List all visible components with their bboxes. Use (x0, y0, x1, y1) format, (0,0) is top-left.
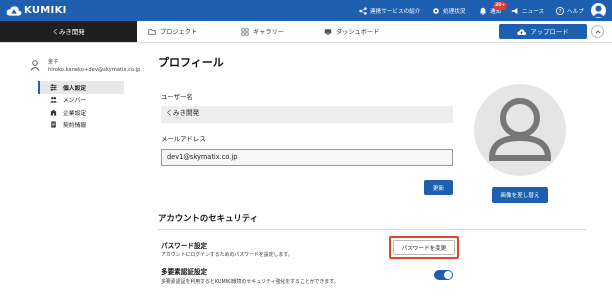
nav-gallery-label: ギャラリー (253, 29, 284, 36)
help-label: ヘルプ (567, 8, 584, 15)
sidebar-user-name: 金子 (48, 59, 59, 65)
news-label: ニュース (522, 8, 545, 15)
change-image-button[interactable]: 画像を差し替え (492, 187, 548, 203)
building-icon (50, 109, 57, 116)
username-field[interactable]: くみき開発 (161, 106, 453, 123)
sidebar-item-company-settings[interactable]: 企業設定 (38, 106, 124, 119)
organization-tab[interactable]: くみき開発 (0, 21, 137, 42)
nav-project[interactable]: プロジェクト (148, 21, 197, 42)
link-services-link[interactable]: 連携サービスの紹介 (359, 0, 420, 21)
help-link[interactable]: ? ヘルプ (556, 0, 584, 21)
sidebar-item-personal-settings[interactable]: 個人設定 (38, 81, 124, 94)
collapse-button[interactable] (591, 25, 604, 38)
page-title: プロフィール (158, 56, 224, 69)
user-icon (592, 5, 605, 18)
sidebar-item-label: メンバー (63, 98, 87, 105)
notification-badge: 20+ (493, 2, 508, 10)
change-password-button[interactable]: パスワードを変更 (393, 240, 455, 255)
upload-button[interactable]: アップロード (499, 24, 587, 39)
mfa-setting-description: 多要素認証を利用するとKUMIKI環境のセキュリティ強化をすることができます。 (161, 279, 339, 285)
gear-icon (433, 7, 439, 14)
upload-label: アップロード (530, 28, 569, 36)
kumiki-logo[interactable]: KUMIKI (6, 3, 67, 18)
sliders-icon (50, 84, 57, 91)
megaphone-icon (511, 7, 518, 14)
folder-icon (148, 28, 156, 35)
svg-text:?: ? (559, 9, 562, 15)
cloud-logo-icon (6, 5, 22, 16)
chevron-up-icon (595, 29, 600, 33)
monitor-icon (324, 28, 332, 35)
cloud-upload-icon (517, 28, 527, 35)
sidebar-item-label: 契約情報 (63, 123, 87, 130)
sidebar-item-contract[interactable]: 契約情報 (38, 119, 124, 132)
top-bar: KUMIKI 連携サービスの紹介 処理状況 通知 20+ ニュース ? ヘルプ (0, 0, 612, 21)
secondary-bar: くみき開発 プロジェクト ギャラリー ダッシュボード アップロード (0, 21, 612, 43)
security-section-title: アカウントのセキュリティ (158, 213, 258, 223)
nav-dashboard[interactable]: ダッシュボード (324, 21, 379, 42)
bell-icon (479, 7, 487, 15)
email-label: メールアドレス (161, 135, 206, 143)
grid-icon (241, 27, 249, 36)
sidebar-user-email: hiroko.kaneko+dev@skymatix.co.jp (48, 67, 141, 73)
username-label: ユーザー名 (161, 93, 193, 101)
nav-project-label: プロジェクト (160, 29, 198, 36)
processing-status-label: 処理状況 (443, 8, 466, 15)
password-setting-title: パスワード設定 (161, 242, 208, 250)
sidebar-item-label: 企業設定 (63, 110, 87, 117)
logo-text: KUMIKI (24, 5, 67, 16)
processing-status-link[interactable]: 処理状況 (432, 0, 465, 21)
mfa-toggle[interactable] (434, 270, 453, 280)
news-link[interactable]: ニュース (511, 0, 544, 21)
document-icon (51, 121, 56, 128)
sidebar-menu: 個人設定 メンバー 企業設定 契約情報 (38, 81, 124, 131)
update-button[interactable]: 更新 (424, 180, 453, 195)
section-divider (158, 229, 586, 230)
nav-dashboard-label: ダッシュボード (336, 29, 380, 36)
password-setting-description: アカウントにログインするためのパスワードを設定します。 (161, 252, 293, 258)
nav-gallery[interactable]: ギャラリー (241, 21, 284, 42)
sidebar-item-members[interactable]: メンバー (38, 94, 124, 107)
sidebar-item-label: 個人設定 (63, 85, 87, 92)
email-field[interactable]: dev1@skymatix.co.jp (161, 149, 453, 166)
mfa-toggle-knob (444, 271, 452, 279)
profile-avatar (474, 84, 566, 176)
link-services-label: 連携サービスの紹介 (370, 8, 421, 15)
share-icon (359, 6, 367, 15)
help-icon: ? (556, 6, 564, 15)
user-silhouette-icon (488, 98, 552, 161)
mfa-setting-title: 多要素認証設定 (161, 268, 208, 276)
person-icon (30, 60, 40, 71)
account-avatar[interactable] (591, 3, 606, 18)
users-icon (50, 97, 57, 103)
